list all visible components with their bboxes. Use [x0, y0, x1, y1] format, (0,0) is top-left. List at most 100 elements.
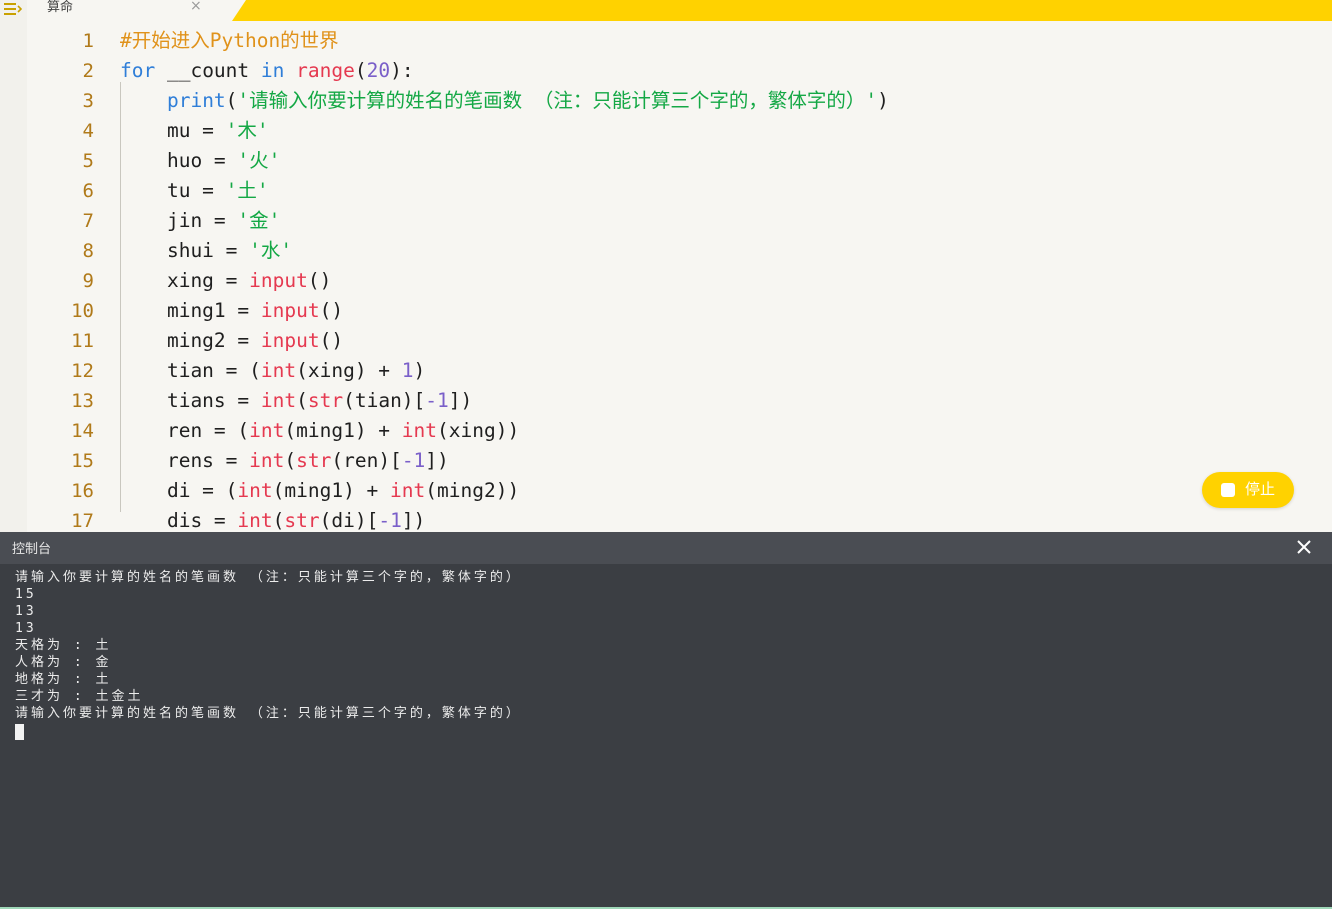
code-token: ren = ( [120, 419, 250, 442]
code-token: for [120, 59, 156, 82]
code-line[interactable]: shui = '水' [120, 236, 1332, 266]
code-area[interactable]: #开始进入Python的世界 for __count in range(20): … [120, 26, 1332, 532]
code-line[interactable]: print('请输入你要计算的姓名的笔画数 （注：只能计算三个字的，繁体字的）'… [120, 86, 1332, 116]
code-token: int [237, 509, 273, 532]
line-number: 16 [71, 480, 94, 502]
code-token: int [260, 389, 297, 412]
line-number: 15 [71, 450, 94, 472]
code-token: ( [354, 59, 367, 82]
console-output[interactable]: 请输入你要计算的姓名的笔画数 （注：只能计算三个字的，繁体字的） 15 13 13 天格… [15, 569, 1322, 740]
code-token: '金' [237, 209, 281, 232]
code-token: range [296, 59, 355, 82]
code-token: input [249, 269, 308, 292]
console-header: 控制台 [0, 532, 1332, 564]
code-token: str [284, 509, 320, 532]
code-token: () [307, 269, 332, 292]
code-token: 20 [366, 59, 391, 82]
code-token: di = ( [120, 479, 238, 502]
line-number: 6 [82, 180, 94, 202]
code-line[interactable]: ren = (int(ming1) + int(xing)) [120, 416, 1332, 446]
console-panel: 控制台 请输入你要计算的姓名的笔画数 （注：只能计算三个字的，繁体字的） 15 13… [0, 532, 1332, 909]
code-token: print [166, 89, 226, 112]
code-line[interactable]: xing = input() [120, 266, 1332, 296]
code-line[interactable]: dis = int(str(di)[-1]) [120, 506, 1332, 532]
code-token: (ming1) + [284, 419, 402, 442]
code-editor[interactable]: 1 2 3 4 5 6 7 8 9 10 11 12 13 14 15 16 17 #开始进入Python的世界… [27, 21, 1332, 532]
code-token: ]) [425, 449, 449, 472]
code-token: ]) [448, 389, 473, 412]
close-icon[interactable] [1294, 537, 1314, 557]
code-line[interactable]: ming1 = input() [120, 296, 1332, 326]
code-token: 1 [401, 359, 414, 382]
code-token: -1 [378, 509, 402, 532]
code-line[interactable]: tians = int(str(tian)[-1]) [120, 386, 1332, 416]
code-token: '水' [249, 239, 293, 262]
code-token: in [260, 59, 285, 82]
code-token: int [249, 419, 285, 442]
code-line[interactable]: tu = '土' [120, 176, 1332, 206]
code-token: (di)[ [319, 509, 379, 532]
code-token: (ming1) + [272, 479, 391, 502]
code-line[interactable]: ming2 = input() [120, 326, 1332, 356]
code-line[interactable]: di = (int(ming1) + int(ming2)) [120, 476, 1332, 506]
code-token: '请输入你要计算的姓名的笔画数 （注：只能计算三个字的，繁体字的）' [237, 89, 878, 112]
code-line[interactable]: mu = '木' [120, 116, 1332, 146]
code-token: huo = [120, 149, 238, 172]
tab-close-icon[interactable]: × [190, 0, 202, 13]
code-token: () [319, 299, 344, 322]
line-number: 4 [82, 120, 94, 142]
tab-file[interactable]: 算命 × [27, 0, 246, 21]
code-token: '火' [237, 149, 281, 172]
code-line[interactable]: #开始进入Python的世界 [120, 26, 1332, 56]
code-token: xing = [120, 269, 250, 292]
console-line: 请输入你要计算的姓名的笔画数 （注：只能计算三个字的，繁体字的） [15, 706, 522, 721]
console-line: 人格为 : 金 [15, 655, 112, 670]
code-token: input [260, 329, 320, 352]
line-number-gutter: 1 2 3 4 5 6 7 8 9 10 11 12 13 14 15 16 17 [27, 26, 97, 532]
console-line: 15 [15, 587, 37, 602]
code-token: (tian)[ [343, 389, 426, 412]
line-number: 7 [82, 210, 94, 232]
code-token: tians = [120, 389, 261, 412]
line-number: 2 [82, 60, 94, 82]
code-token: ( [272, 509, 285, 532]
code-line[interactable]: tian = (int(xing) + 1) [120, 356, 1332, 386]
code-token: ) [877, 89, 889, 112]
code-token: jin = [120, 209, 238, 232]
line-number: 10 [71, 300, 94, 322]
code-token: tu = [120, 179, 226, 202]
line-number: 13 [71, 390, 94, 412]
code-token: ( [225, 89, 238, 112]
code-line[interactable]: rens = int(str(ren)[-1]) [120, 446, 1332, 476]
line-number: 8 [82, 240, 94, 262]
code-token: ( [284, 449, 297, 472]
stop-button[interactable]: 停止 [1202, 472, 1294, 508]
tab-bar: 算命 × [27, 0, 1332, 21]
code-token: ming1 = [120, 299, 261, 322]
code-token: rens = [120, 449, 250, 472]
code-token: (xing)) [437, 419, 520, 442]
code-token: str [307, 389, 344, 412]
code-token: () [319, 329, 344, 352]
code-token: mu = [120, 119, 226, 142]
code-token: '木' [225, 119, 269, 142]
tab-title: 算命 [47, 0, 74, 14]
code-token: int [390, 479, 426, 502]
menu-collapse-icon[interactable] [4, 2, 22, 16]
console-line: 地格为 : 土 [15, 672, 112, 687]
code-token: #开始进入Python的世界 [120, 29, 339, 52]
code-line[interactable]: for __count in range(20): [120, 56, 1332, 86]
code-token: int [401, 419, 438, 442]
code-token: input [260, 299, 320, 322]
code-token: __count [155, 59, 261, 82]
code-token: ( [296, 389, 308, 412]
code-line[interactable]: huo = '火' [120, 146, 1332, 176]
line-number: 3 [82, 90, 94, 112]
code-line[interactable]: jin = '金' [120, 206, 1332, 236]
line-number: 14 [71, 420, 94, 442]
line-number: 1 [82, 30, 94, 52]
code-token: (ren)[ [331, 449, 402, 472]
line-number: 5 [82, 150, 94, 172]
line-number: 12 [71, 360, 94, 382]
console-line: 13 [15, 621, 37, 636]
